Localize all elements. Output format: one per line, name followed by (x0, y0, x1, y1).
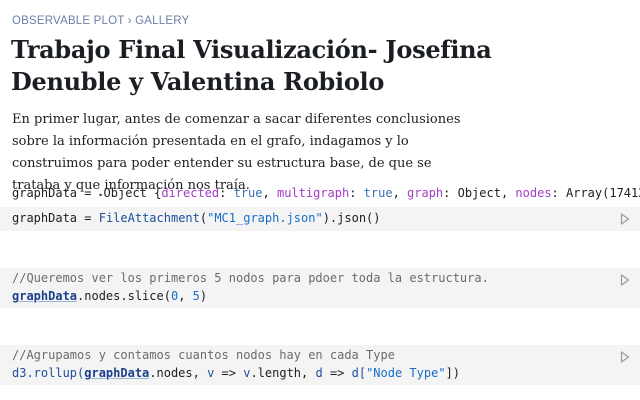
code-variable-ref[interactable]: graphData (84, 366, 149, 380)
output-open-brace: { (146, 186, 162, 200)
output-value-multigraph: true (363, 186, 393, 200)
code-separator: , (178, 289, 193, 303)
output-key-graph: graph (407, 186, 444, 200)
output-key-multigraph: multigraph (276, 186, 350, 200)
breadcrumb: OBSERVABLE PLOT › GALLERY (12, 15, 189, 27)
breadcrumb-separator: › (127, 15, 132, 27)
breadcrumb-gallery-link[interactable]: GALLERY (135, 15, 189, 27)
cell-output-inspector[interactable]: graphData = ▸Object {directed: true, mul… (12, 186, 640, 206)
play-icon[interactable] (620, 274, 630, 286)
code-arrow: => (214, 366, 244, 380)
code-line[interactable]: graphData.nodes.slice(0, 5) (12, 289, 207, 303)
code-param: d (315, 366, 323, 380)
code-operator: = (77, 211, 99, 225)
intro-paragraph: En primer lugar, antes de comenzar a sac… (12, 112, 461, 193)
code-number: 5 (192, 289, 200, 303)
code-cell-nodes-slice[interactable]: //Queremos ver los primeros 5 nodos para… (0, 268, 640, 308)
code-variable: graphData (12, 211, 78, 225)
code-member: .length, (250, 366, 316, 380)
code-cell-rollup[interactable]: //Agrupamos y contamos cuantos nodos hay… (0, 345, 640, 385)
code-cell-graphdata[interactable]: graphData = FileAttachment("MC1_graph.js… (0, 207, 640, 231)
output-variable-name: graphData (12, 186, 78, 200)
page-title: Trabajo Final Visualización- Josefina De… (11, 35, 492, 96)
output-type: Object (103, 186, 147, 200)
code-method: .nodes.slice( (77, 289, 171, 303)
code-function: FileAttachment (98, 211, 200, 225)
code-param: d[ (351, 366, 367, 380)
code-arrow: => (322, 366, 352, 380)
code-string: "MC1_graph.json" (207, 211, 323, 225)
output-key-nodes: nodes (515, 186, 552, 200)
code-function: d3.rollup( (12, 366, 85, 380)
breadcrumb-root-link[interactable]: OBSERVABLE PLOT (12, 15, 124, 27)
code-member: .nodes, (149, 366, 208, 380)
output-value-directed: true (233, 186, 263, 200)
code-line[interactable]: graphData = FileAttachment("MC1_graph.js… (12, 211, 381, 225)
output-value-graph: Object (457, 186, 501, 200)
play-icon[interactable] (620, 213, 630, 225)
output-value-nodes: Array(17412) (566, 186, 640, 200)
code-line[interactable]: d3.rollup(graphData.nodes, v => v.length… (12, 366, 460, 380)
code-string: "Node Type" (366, 366, 446, 380)
code-close: ) (199, 289, 208, 303)
output-equals: = (77, 186, 99, 200)
code-tail: ).json() (322, 211, 381, 225)
code-comment: //Agrupamos y contamos cuantos nodos hay… (12, 348, 395, 362)
output-key-directed: directed (161, 186, 220, 200)
code-variable-ref[interactable]: graphData (12, 289, 77, 303)
play-icon[interactable] (620, 351, 630, 363)
code-comment: //Queremos ver los primeros 5 nodos para… (12, 271, 489, 285)
code-close: ]) (445, 366, 461, 380)
